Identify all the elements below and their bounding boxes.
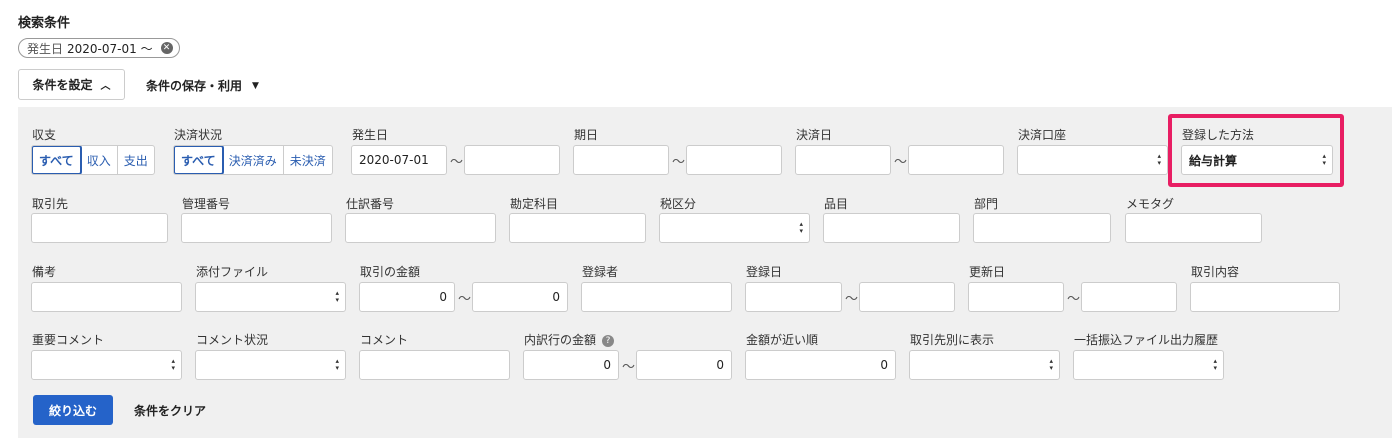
registrant-label: 登録者: [582, 265, 619, 279]
settle-pending[interactable]: 未決済: [284, 146, 332, 174]
settle-date-from[interactable]: [795, 145, 891, 175]
updated-date-to[interactable]: [1081, 282, 1177, 312]
memo-tag-input[interactable]: [1125, 213, 1262, 243]
settle-status-label: 決済状況: [174, 128, 223, 142]
amount-from[interactable]: 0: [359, 282, 455, 312]
partner-display-select[interactable]: [909, 350, 1060, 380]
updated-date-from[interactable]: [968, 282, 1064, 312]
comment-status-label: コメント状況: [196, 333, 269, 347]
department-input[interactable]: [973, 213, 1111, 243]
comment-status-select[interactable]: [195, 350, 346, 380]
help-icon[interactable]: ?: [602, 334, 615, 347]
remarks-input[interactable]: [31, 282, 182, 312]
close-icon[interactable]: ✕: [160, 42, 173, 54]
tilde: 〜: [894, 155, 908, 170]
account-item-input[interactable]: [509, 213, 646, 243]
chip-tag: 発生日: [27, 41, 64, 56]
mgmt-number-input[interactable]: [181, 213, 332, 243]
chip-value: 2020-07-01 〜: [67, 41, 153, 56]
comment-input[interactable]: [359, 350, 510, 380]
set-condition-label: 条件を設定: [32, 78, 93, 92]
chevron-up-icon: ︿: [100, 81, 111, 92]
filter-button[interactable]: 絞り込む: [33, 395, 113, 425]
tilde: 〜: [672, 155, 686, 170]
mgmt-number-label: 管理番号: [182, 197, 231, 211]
set-condition-button[interactable]: 条件を設定 ︿: [18, 69, 125, 100]
clear-button[interactable]: 条件をクリア: [134, 402, 206, 419]
near-amount-label: 金額が近い順: [746, 333, 819, 347]
remarks-label: 備考: [32, 265, 57, 279]
income-toggle: すべて 収入 支出: [31, 145, 155, 175]
amount-to[interactable]: 0: [472, 282, 568, 312]
bulk-history-select[interactable]: [1073, 350, 1224, 380]
near-amount-input[interactable]: 0: [745, 350, 896, 380]
filter-chip-issue-date[interactable]: 発生日 2020-07-01 〜 ✕: [18, 38, 180, 58]
content-input[interactable]: [1190, 282, 1340, 312]
tax-category-label: 税区分: [660, 197, 697, 211]
due-date-label: 期日: [574, 128, 599, 142]
save-use-label: 条件の保存・利用: [146, 79, 243, 93]
item-input[interactable]: [823, 213, 960, 243]
journal-number-input[interactable]: [345, 213, 496, 243]
tilde: 〜: [1067, 292, 1081, 307]
account-label: 決済口座: [1018, 128, 1067, 142]
settle-date-label: 決済日: [796, 128, 833, 142]
breakdown-amount-label: 内訳行の金額: [524, 333, 597, 347]
settle-status-toggle: すべて 決済済み 未決済: [173, 145, 333, 175]
income-in[interactable]: 収入: [81, 146, 118, 174]
department-label: 部門: [974, 197, 999, 211]
bulk-history-label: 一括振込ファイル出力履歴: [1074, 333, 1219, 347]
caret-down-icon: ▼: [252, 80, 259, 91]
tilde: 〜: [458, 292, 472, 307]
attachment-label: 添付ファイル: [196, 265, 269, 279]
journal-number-label: 仕訳番号: [346, 197, 395, 211]
content-label: 取引内容: [1191, 265, 1240, 279]
settle-date-to[interactable]: [908, 145, 1004, 175]
partner-input[interactable]: [31, 213, 168, 243]
attachment-select[interactable]: [195, 282, 346, 312]
issue-date-label: 発生日: [352, 128, 389, 142]
breakdown-amount-from[interactable]: 0: [523, 350, 619, 380]
registered-date-label: 登録日: [746, 265, 783, 279]
partner-display-label: 取引先別に表示: [910, 333, 995, 347]
registered-date-from[interactable]: [745, 282, 842, 312]
account-item-label: 勘定科目: [510, 197, 559, 211]
due-date-from[interactable]: [573, 145, 669, 175]
income-label: 収支: [32, 128, 57, 142]
comment-label: コメント: [360, 333, 409, 347]
issue-date-from[interactable]: 2020-07-01: [351, 145, 447, 175]
updated-date-label: 更新日: [969, 265, 1006, 279]
due-date-to[interactable]: [686, 145, 782, 175]
item-label: 品目: [824, 197, 849, 211]
tax-category-select[interactable]: [659, 213, 810, 243]
partner-label: 取引先: [32, 197, 69, 211]
tilde: 〜: [845, 292, 859, 307]
issue-date-to[interactable]: [464, 145, 560, 175]
save-use-dropdown[interactable]: 条件の保存・利用 ▼: [146, 77, 259, 94]
income-all[interactable]: すべて: [31, 146, 82, 174]
page-title: 検索条件: [18, 16, 71, 31]
amount-label: 取引の金額: [360, 265, 421, 279]
account-select[interactable]: [1017, 145, 1168, 175]
memo-tag-label: メモタグ: [1126, 197, 1175, 211]
important-comment-select[interactable]: [31, 350, 182, 380]
important-comment-label: 重要コメント: [32, 333, 105, 347]
breakdown-amount-label-wrap: 内訳行の金額?: [524, 331, 615, 348]
highlight-box: [1168, 114, 1344, 187]
income-out[interactable]: 支出: [118, 146, 154, 174]
registrant-input[interactable]: [581, 282, 732, 312]
breakdown-amount-to[interactable]: 0: [636, 350, 732, 380]
tilde: 〜: [622, 360, 636, 375]
tilde: 〜: [450, 155, 464, 170]
settle-all[interactable]: すべて: [173, 146, 224, 174]
registered-date-to[interactable]: [859, 282, 955, 312]
settle-done[interactable]: 決済済み: [223, 146, 284, 174]
